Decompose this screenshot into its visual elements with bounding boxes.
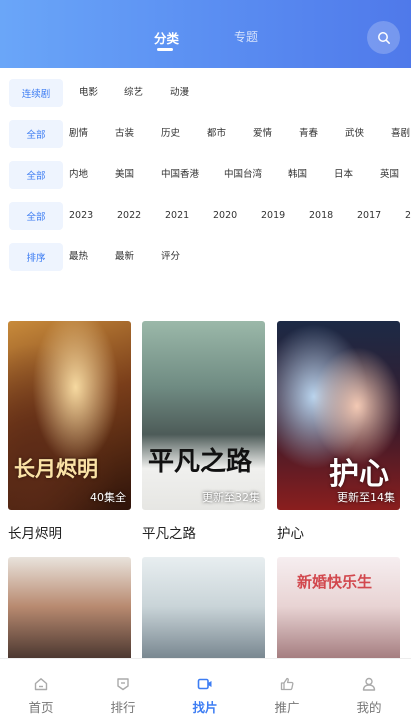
- video-title[interactable]: 长月烬明: [8, 522, 131, 542]
- episode-badge: 更新至32集: [202, 491, 260, 504]
- bottom-nav: 首页 排行 找片 推广 我的: [0, 658, 411, 717]
- filter-option[interactable]: 古装: [115, 120, 134, 148]
- video-card[interactable]: 护心 更新至14集 护心: [277, 321, 400, 542]
- filter-option[interactable]: 韩国: [288, 161, 307, 189]
- filter-option[interactable]: 内地: [69, 161, 88, 189]
- video-card[interactable]: [8, 557, 131, 667]
- episode-badge: 更新至14集: [337, 491, 395, 504]
- filter-option[interactable]: 都市: [207, 120, 226, 148]
- video-poster[interactable]: 新婚快乐生: [277, 557, 400, 667]
- nav-label: 找片: [192, 700, 218, 715]
- filter-option[interactable]: 最热: [69, 243, 88, 271]
- filter-row-genre: 全部 剧情 古装 历史 都市 爱情 青春 武侠 喜剧: [0, 120, 411, 148]
- filter-option[interactable]: 2022: [117, 202, 141, 230]
- filter-option[interactable]: 电影: [79, 79, 98, 107]
- filter-option[interactable]: 评分: [161, 243, 180, 271]
- video-poster[interactable]: 长月烬明 40集全: [8, 321, 131, 510]
- search-icon: [377, 31, 390, 44]
- filter-chip-sort[interactable]: 排序: [9, 243, 63, 271]
- filter-option[interactable]: 2020: [213, 202, 237, 230]
- nav-item-home[interactable]: 首页: [0, 659, 82, 717]
- filter-chip-type[interactable]: 连续剧: [9, 79, 63, 107]
- filter-option[interactable]: 2018: [309, 202, 333, 230]
- filter-option[interactable]: 2017: [357, 202, 381, 230]
- nav-label: 首页: [28, 700, 54, 715]
- filter-chip-genre[interactable]: 全部: [9, 120, 63, 148]
- nav-label: 推广: [274, 700, 300, 715]
- filter-option[interactable]: 中国台湾: [224, 161, 262, 189]
- video-icon: [197, 678, 212, 690]
- video-card[interactable]: 平凡之路 更新至32集 平凡之路: [142, 321, 265, 542]
- video-title[interactable]: 护心: [277, 522, 400, 542]
- video-poster[interactable]: 平凡之路 更新至32集: [142, 321, 265, 510]
- poster-title-art: 长月烬明: [14, 456, 98, 481]
- video-poster[interactable]: 护心 更新至14集: [277, 321, 400, 510]
- filter-chip-region[interactable]: 全部: [9, 161, 63, 189]
- filter-option[interactable]: 美国: [115, 161, 134, 189]
- filter-row-type: 连续剧 电影 综艺 动漫: [0, 79, 411, 107]
- top-header: 分类 专题: [0, 0, 411, 68]
- filter-option[interactable]: 历史: [161, 120, 180, 148]
- nav-item-find[interactable]: 找片: [164, 659, 246, 717]
- filter-option[interactable]: 爱情: [253, 120, 272, 148]
- filter-chip-year[interactable]: 全部: [9, 202, 63, 230]
- nav-label: 排行: [110, 700, 136, 715]
- nav-item-profile[interactable]: 我的: [328, 659, 410, 717]
- home-icon: [34, 678, 48, 691]
- video-card[interactable]: 新婚快乐生: [277, 557, 400, 667]
- filter-row-year: 全部 2023 2022 2021 2020 2019 2018 2017 2: [0, 202, 411, 230]
- nav-item-ranking[interactable]: 排行: [82, 659, 164, 717]
- thumbs-up-icon: [280, 677, 294, 691]
- nav-item-promote[interactable]: 推广: [246, 659, 328, 717]
- filter-option[interactable]: 中国香港: [161, 161, 199, 189]
- filter-option[interactable]: 综艺: [124, 79, 143, 107]
- video-card[interactable]: [142, 557, 265, 667]
- filter-row-region: 全部 内地 美国 中国香港 中国台湾 韩国 日本 英国: [0, 161, 411, 189]
- filter-option[interactable]: 英国: [380, 161, 399, 189]
- episode-badge: 40集全: [90, 491, 126, 504]
- video-poster[interactable]: [142, 557, 265, 667]
- filter-option[interactable]: 喜剧: [391, 120, 410, 148]
- nav-label: 我的: [356, 700, 382, 715]
- tab-topics[interactable]: 专题: [234, 28, 258, 45]
- filter-row-sort: 排序 最热 最新 评分: [0, 243, 411, 271]
- filter-option[interactable]: 2019: [261, 202, 285, 230]
- poster-title-art: 护心: [329, 457, 389, 492]
- video-title[interactable]: 平凡之路: [142, 522, 265, 542]
- filter-option[interactable]: 最新: [115, 243, 134, 271]
- app-root: 分类 专题 连续剧 电影 综艺 动漫 全部 剧情 古装 历史 都市 爱情 青春 …: [0, 0, 411, 717]
- filter-option[interactable]: 动漫: [170, 79, 189, 107]
- filter-option[interactable]: 2021: [165, 202, 189, 230]
- poster-title-art: 新婚快乐生: [297, 573, 373, 591]
- filter-option[interactable]: 2023: [69, 202, 93, 230]
- filter-option[interactable]: 武侠: [345, 120, 364, 148]
- filter-option[interactable]: 青春: [299, 120, 318, 148]
- ranking-icon: [117, 678, 129, 691]
- user-icon: [362, 677, 376, 691]
- search-button[interactable]: [367, 21, 400, 54]
- filter-option[interactable]: 日本: [334, 161, 353, 189]
- poster-title-art: 平凡之路: [148, 447, 253, 477]
- active-tab-indicator: [157, 48, 173, 51]
- video-poster[interactable]: [8, 557, 131, 667]
- video-card[interactable]: 长月烬明 40集全 长月烬明: [8, 321, 131, 542]
- tab-category[interactable]: 分类: [154, 28, 179, 47]
- filter-option[interactable]: 2: [405, 202, 411, 230]
- filter-option[interactable]: 剧情: [69, 120, 88, 148]
